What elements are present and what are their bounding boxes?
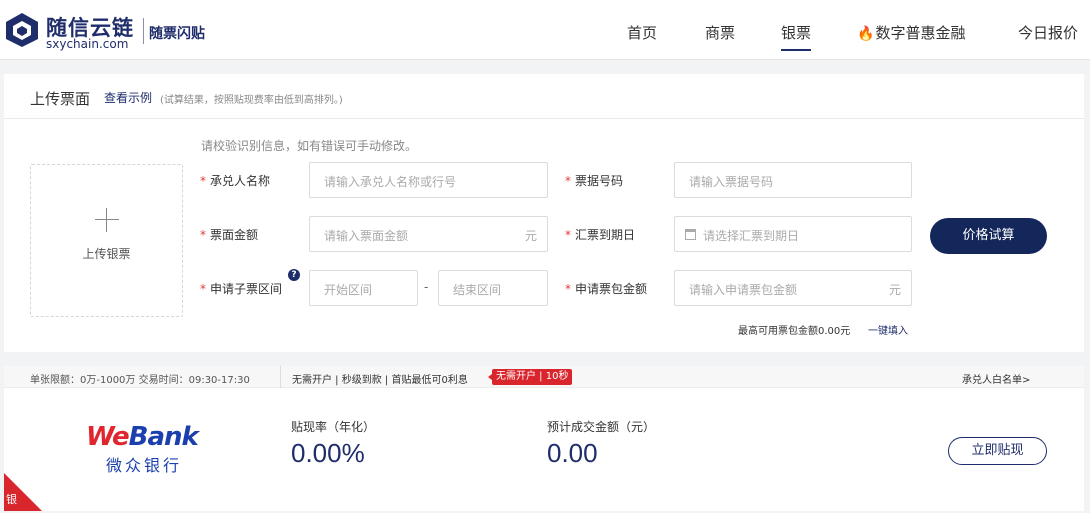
bill-no-input[interactable]: 请输入票据号码: [674, 162, 912, 198]
sub-range-start-placeholder: 开始区间: [324, 283, 373, 297]
brand-logo[interactable]: 随信云链 sxychain.com 随票闪贴: [4, 10, 214, 54]
acceptor-placeholder: 请输入承兑人名称或行号: [324, 175, 457, 189]
range-separator: -: [424, 280, 429, 294]
calendar-icon: [685, 229, 696, 240]
topbar-divider: [280, 366, 281, 388]
bill-no-label: * 票据号码: [565, 174, 624, 188]
max-package-amount: 最高可用票包金额0.00元: [738, 326, 851, 337]
bank-card-topbar: 单张限额：0万-1000万 交易时间：09:30-17:30 无需开户 | 秒级…: [4, 366, 1084, 388]
top-header: 随信云链 sxychain.com 随票闪贴 首页 商票 银票 🔥数字普惠金融 …: [0, 0, 1090, 60]
promo-badge: 无需开户 | 10秒: [487, 369, 573, 385]
sub-range-end-placeholder: 结束区间: [453, 283, 502, 297]
brand-divider: [143, 18, 144, 44]
package-amount-label: * 申请票包金额: [565, 282, 648, 296]
card-note: (试算结果，按照贴现费率由低到高排列。): [160, 95, 343, 106]
webank-logo: WeBank 微众银行: [86, 422, 216, 475]
due-date-picker[interactable]: 请选择汇票到期日: [674, 216, 912, 252]
amount-estimate-value: 0.00: [547, 438, 598, 468]
bill-no-placeholder: 请输入票据号码: [689, 175, 774, 189]
amount-label: * 票面金额: [200, 228, 259, 242]
verify-hint: 请校验识别信息，如有错误可手动修改。: [201, 139, 418, 153]
nav-bank-bills[interactable]: 银票: [781, 22, 812, 51]
nav-today-quote[interactable]: 今日报价: [1018, 22, 1078, 43]
amount-placeholder: 请输入票面金额: [324, 229, 409, 243]
sub-range-end-input[interactable]: 结束区间: [438, 270, 548, 306]
rate-label: 贴现率（年化）: [291, 420, 376, 434]
logo-mark-icon: [6, 13, 38, 47]
acceptor-label: * 承兑人名称: [200, 174, 271, 188]
limit-and-hours: 单张限额：0万-1000万 交易时间：09:30-17:30: [30, 375, 250, 386]
sub-range-label: * 申请子票区间: [200, 282, 283, 296]
upload-bill-card: 上传票面 查看示例 (试算结果，按照贴现费率由低到高排列。) 上传银票 请校验识…: [4, 74, 1084, 352]
nav-digital-finance-label: 数字普惠金融: [875, 24, 966, 42]
nav-home[interactable]: 首页: [627, 22, 657, 43]
webank-logo-text: WeBank: [86, 422, 199, 452]
brand-product-name: 随票闪贴: [149, 26, 205, 42]
brand-domain: sxychain.com: [46, 37, 129, 51]
package-amount-unit: 元: [888, 283, 901, 297]
card-title: 上传票面: [30, 90, 91, 108]
package-amount-input[interactable]: 请输入申请票包金额 元: [674, 270, 912, 306]
upload-bill-dropzone[interactable]: 上传银票: [30, 164, 183, 317]
bank-quote-card: 单张限额：0万-1000万 交易时间：09:30-17:30 无需开户 | 秒级…: [4, 366, 1084, 511]
plus-icon: [95, 208, 119, 232]
fire-icon: 🔥: [857, 26, 875, 42]
fill-all-link[interactable]: 一键填入: [868, 322, 908, 337]
acceptor-whitelist-link[interactable]: 承兑人白名单>: [962, 371, 1030, 386]
help-icon[interactable]: ?: [288, 269, 300, 281]
nav-digital-finance[interactable]: 🔥数字普惠金融: [857, 22, 965, 43]
sub-range-start-input[interactable]: 开始区间: [309, 270, 418, 306]
card-header: 上传票面 查看示例 (试算结果，按照贴现费率由低到高排列。): [4, 74, 1084, 119]
acceptor-input[interactable]: 请输入承兑人名称或行号: [309, 162, 548, 198]
webank-name-cn: 微众银行: [106, 456, 183, 475]
nav-commercial-bills[interactable]: 商票: [705, 22, 735, 43]
upload-label: 上传银票: [82, 247, 131, 261]
price-calc-button[interactable]: 价格试算: [930, 218, 1047, 254]
package-amount-placeholder: 请输入申请票包金额: [689, 283, 798, 297]
due-date-label: * 汇票到期日: [565, 228, 636, 242]
discount-now-button[interactable]: 立即贴现: [948, 437, 1047, 465]
due-date-placeholder: 请选择汇票到期日: [703, 229, 800, 243]
feature-tags: 无需开户 | 秒级到款 | 首贴最低可0利息: [292, 375, 468, 386]
amount-unit: 元: [524, 229, 537, 243]
amount-estimate-label: 预计成交金额（元）: [547, 420, 656, 434]
amount-input[interactable]: 请输入票面金额 元: [309, 216, 548, 252]
rate-value: 0.00%: [291, 438, 365, 468]
corner-tag-text: 银: [6, 493, 17, 506]
view-example-link[interactable]: 查看示例: [104, 89, 152, 106]
